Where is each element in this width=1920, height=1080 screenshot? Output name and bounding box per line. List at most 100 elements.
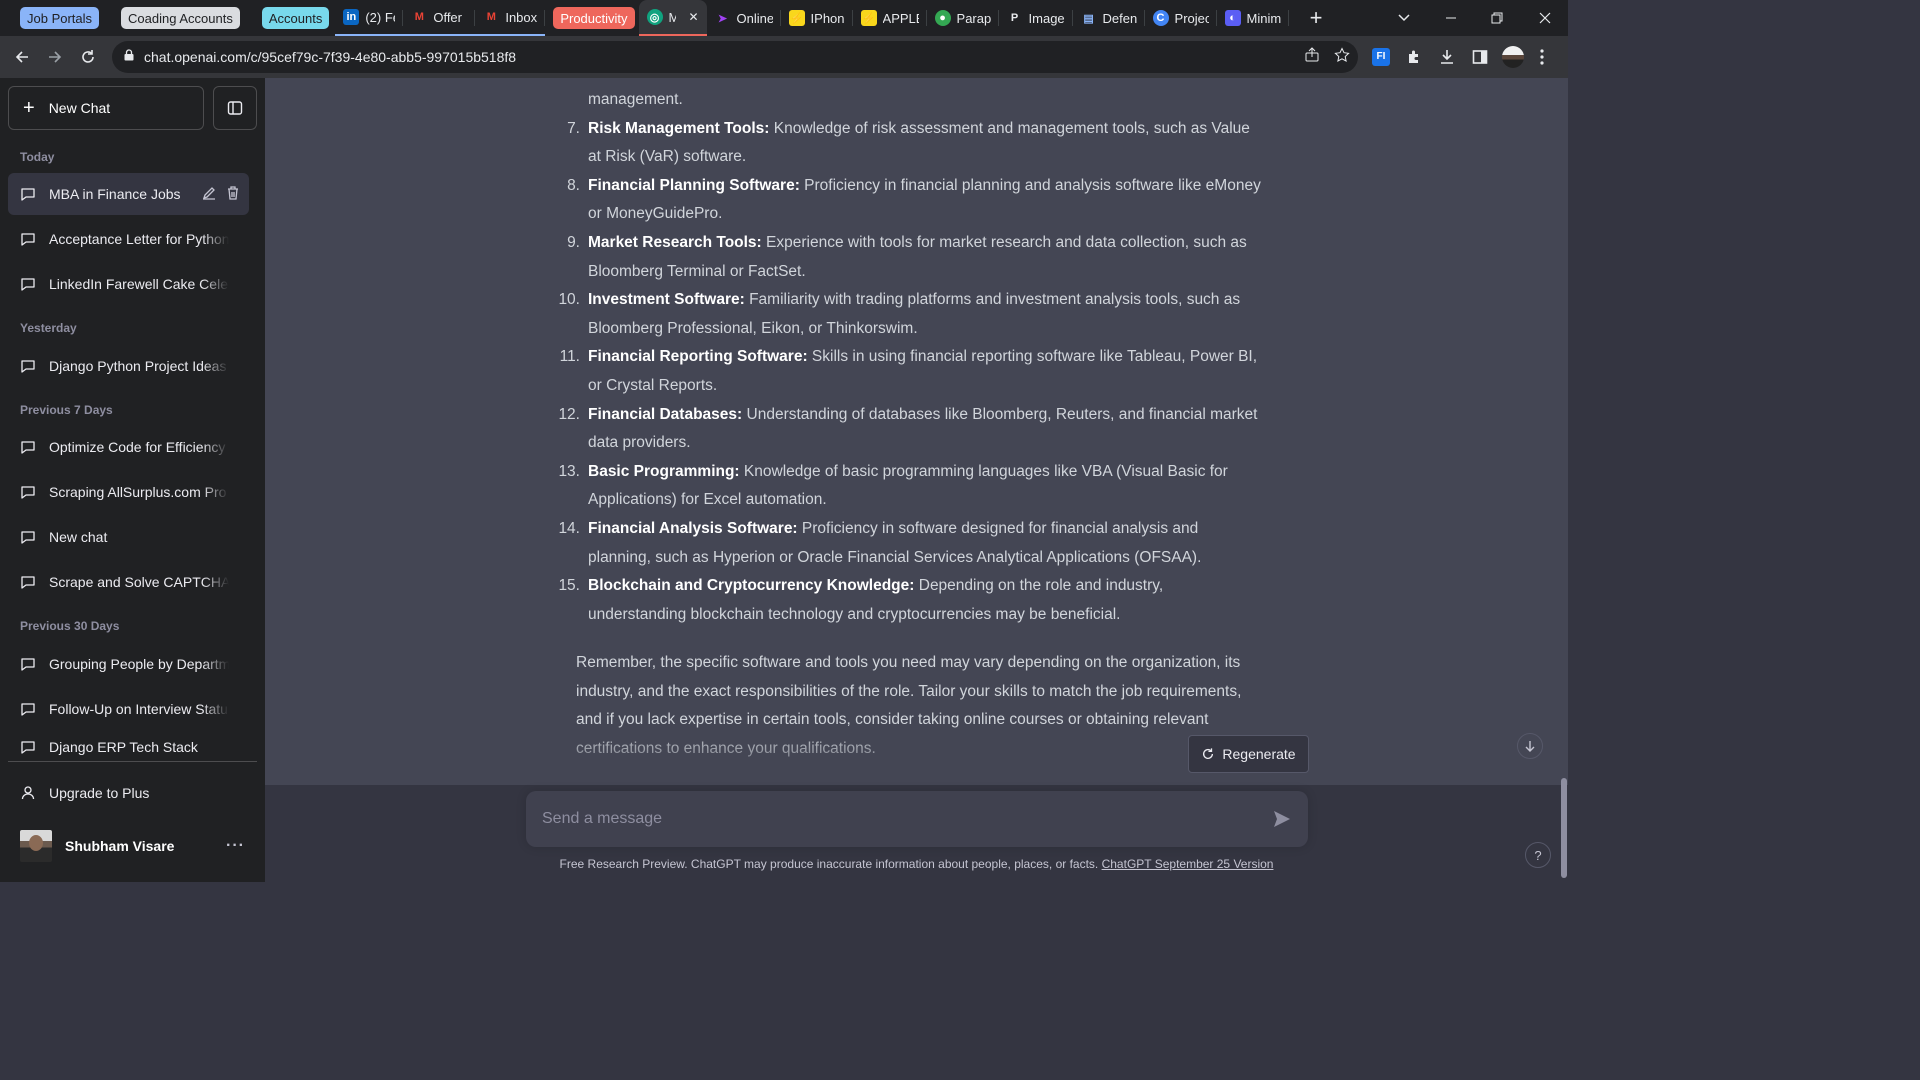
upgrade-label: Upgrade to Plus (49, 785, 150, 801)
minimize-icon[interactable] (1436, 0, 1466, 36)
c-icon: C (1152, 10, 1169, 26)
browser-tab-apple[interactable]: ⚡APPLE (853, 0, 927, 36)
message-input[interactable]: Send a message (526, 791, 1308, 847)
toggle-sidebar-button[interactable] (213, 86, 257, 130)
tab-group-productivity[interactable]: Productivity (553, 7, 635, 29)
chat-item[interactable]: Optimize Code for Efficiency (8, 426, 249, 468)
bookmark-star-icon[interactable] (1334, 46, 1350, 68)
chat-item[interactable]: Follow-Up on Interview Statu (8, 688, 249, 730)
browser-tab-strip: Job Portals Coading Accounts Accounts in… (0, 0, 1568, 36)
list-item: 14. Financial Analysis Software: Proficie… (558, 515, 1262, 572)
restore-icon[interactable] (1482, 0, 1512, 36)
address-bar[interactable]: chat.openai.com/c/95cef79c-7f39-4e80-abb… (112, 41, 1358, 73)
chat-bubble-icon (21, 658, 35, 671)
chat-bubble-icon (21, 531, 35, 544)
list-item-title: Basic Programming: (588, 462, 740, 480)
chat-item-mba-finance[interactable]: MBA in Finance Jobs (8, 173, 249, 215)
extension-fi-icon[interactable]: FI (1372, 36, 1390, 78)
tab-group-coading-accounts[interactable]: Coading Accounts (121, 7, 240, 29)
chat-item-label: Django ERP Tech Stack (49, 739, 198, 755)
more-options-icon[interactable]: ··· (226, 837, 245, 855)
profile-avatar-icon[interactable] (1502, 36, 1524, 78)
chat-item[interactable]: New chat (8, 516, 249, 558)
chat-item[interactable]: Scrape and Solve CAPTCHA (8, 561, 249, 603)
reload-icon[interactable] (72, 41, 104, 73)
list-item: 9. Market Research Tools: Experience with… (567, 229, 1262, 286)
share-icon[interactable] (1304, 46, 1320, 68)
list-number: 9. (567, 233, 580, 251)
help-button[interactable]: ? (1525, 842, 1551, 868)
section-title-today: Today (20, 150, 55, 164)
browser-tab-image[interactable]: P Image (999, 0, 1073, 36)
scrollbar-thumb[interactable] (1561, 778, 1567, 878)
extensions-puzzle-icon[interactable] (1406, 36, 1422, 78)
version-link[interactable]: ChatGPT September 25 Version (1102, 857, 1274, 871)
chat-item[interactable]: Acceptance Letter for Python (8, 218, 249, 260)
list-item-title: Financial Reporting Software: (588, 348, 808, 366)
download-icon[interactable] (1439, 36, 1455, 78)
section-title-previous-7-days: Previous 7 Days (20, 403, 113, 417)
upgrade-to-plus-button[interactable]: Upgrade to Plus (8, 773, 257, 813)
chat-item[interactable]: Scraping AllSurplus.com Pro (8, 471, 249, 513)
regenerate-button[interactable]: Regenerate (1188, 735, 1309, 773)
send-icon[interactable] (1272, 809, 1292, 829)
browser-tab-minim[interactable]: ◐ Minim (1217, 0, 1289, 36)
assistant-message: management. 7. Risk Management Tools: Kno… (558, 86, 1262, 764)
disclaimer-footer: Free Research Preview. ChatGPT may produ… (265, 857, 1568, 871)
close-window-icon[interactable] (1530, 0, 1560, 36)
list-item-title: Risk Management Tools: (588, 119, 770, 137)
forward-icon[interactable] (39, 41, 71, 73)
browser-tab-offer[interactable]: M Offer (403, 0, 476, 36)
arrow-down-icon (1525, 741, 1535, 752)
chat-item[interactable]: LinkedIn Farewell Cake Celeb (8, 263, 249, 305)
list-item: 8. Financial Planning Software: Proficien… (567, 172, 1262, 229)
new-tab-button[interactable]: + (1304, 0, 1328, 36)
list-item: 13. Basic Programming: Knowledge of basic… (558, 458, 1262, 515)
sidebar-toggle-icon (227, 101, 243, 115)
list-item: 7. Risk Management Tools: Knowledge of ri… (567, 115, 1262, 172)
browser-tab-online[interactable]: ➤ Online (707, 0, 781, 36)
chat-item[interactable]: Django Python Project Ideas (8, 345, 249, 387)
browser-tab-defense[interactable]: ▤ Defen (1073, 0, 1145, 36)
side-panel-icon[interactable] (1472, 36, 1488, 78)
edit-pencil-icon[interactable] (201, 185, 217, 204)
list-item-title: Financial Analysis Software: (588, 519, 798, 537)
browser-tab-paraphrase[interactable]: ● Parap (927, 0, 999, 36)
new-chat-button[interactable]: + New Chat (8, 86, 204, 130)
url-text: chat.openai.com/c/95cef79c-7f39-4e80-abb… (144, 49, 517, 65)
browser-tab-linkedin[interactable]: in(2) Fe (335, 0, 404, 36)
chat-item-label: MBA in Finance Jobs (49, 186, 181, 202)
browser-tab-project[interactable]: C Projec (1145, 0, 1217, 36)
paraphrase-icon: ● (934, 10, 951, 26)
browser-tab-inbox[interactable]: M Inbox (475, 0, 546, 36)
scrollbar[interactable] (1559, 78, 1568, 882)
tab-search-icon[interactable] (1392, 0, 1416, 36)
back-icon[interactable] (6, 41, 38, 73)
regenerate-label: Regenerate (1222, 746, 1296, 762)
browser-tab-iphone[interactable]: ⚡ IPhon (781, 0, 853, 36)
app-icon: ➤ (717, 12, 728, 25)
user-menu-button[interactable]: Shubham Visare ··· (8, 824, 257, 868)
doc-icon: ▤ (1083, 12, 1094, 25)
linkedin-icon: in (343, 9, 360, 25)
chat-bubble-icon (21, 441, 35, 454)
close-tab-icon[interactable]: ✕ (688, 10, 698, 24)
browser-tab-chatgpt-active[interactable]: ◎M ✕ (638, 0, 707, 36)
list-item: 15. Blockchain and Cryptocurrency Knowled… (558, 572, 1262, 629)
chat-item-label: Grouping People by Departm (49, 656, 229, 672)
tab-group-accounts[interactable]: Accounts (261, 7, 330, 29)
chat-item[interactable]: Grouping People by Departm (8, 643, 249, 685)
delete-trash-icon[interactable] (225, 185, 241, 204)
list-item-title: Investment Software: (588, 291, 745, 309)
tab-group-job-portals[interactable]: Job Portals (20, 7, 100, 29)
plus-icon: + (23, 97, 35, 119)
list-item: 10. Investment Software: Familiarity with… (558, 286, 1262, 343)
chat-item-label: Django Python Project Ideas (49, 358, 227, 374)
scroll-to-bottom-button[interactable] (1517, 733, 1543, 759)
chat-item-label: New chat (49, 529, 108, 545)
chat-item[interactable]: Django ERP Tech Stack (8, 733, 249, 761)
list-number: 14. (558, 519, 580, 537)
lock-icon (124, 48, 134, 66)
chat-item-label: Scraping AllSurplus.com Pro (49, 484, 227, 500)
browser-menu-icon[interactable] (1540, 36, 1544, 78)
